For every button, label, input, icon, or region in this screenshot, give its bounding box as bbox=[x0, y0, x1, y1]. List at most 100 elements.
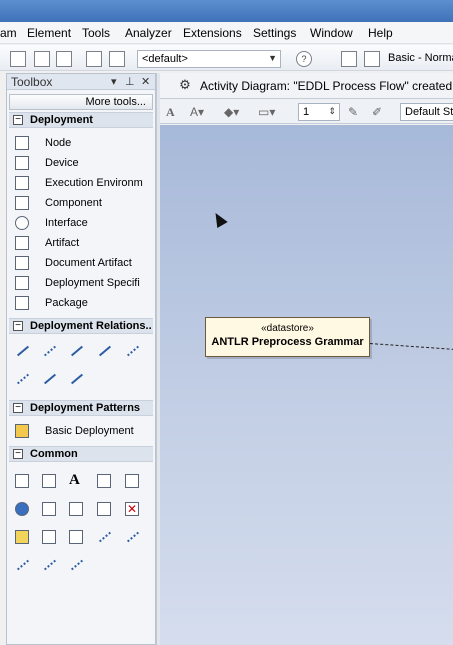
note-icon[interactable] bbox=[15, 474, 29, 488]
diagram-tab-bar: ⚙ Activity Diagram: "EDDL Process Flow" … bbox=[160, 73, 453, 99]
nesting-icon[interactable] bbox=[69, 372, 83, 386]
dropdown-icon[interactable]: ▾ bbox=[111, 75, 117, 88]
tool-label: Interface bbox=[45, 217, 88, 229]
section-common[interactable]: − Common bbox=[9, 446, 153, 462]
tool-label: Deployment Specifi bbox=[45, 277, 140, 289]
checklist-icon[interactable] bbox=[97, 502, 111, 516]
section-label: Deployment bbox=[30, 114, 93, 126]
tool-interface[interactable]: Interface bbox=[15, 215, 153, 233]
chevron-down-icon: ▼ bbox=[268, 53, 277, 63]
artifact-icon[interactable] bbox=[69, 502, 83, 516]
pin-icon[interactable]: ⊥ bbox=[125, 75, 135, 88]
trace-link-icon[interactable] bbox=[15, 558, 29, 572]
text-icon[interactable]: A bbox=[69, 472, 83, 488]
interface-icon bbox=[15, 216, 29, 230]
section-deployment[interactable]: − Deployment bbox=[9, 112, 153, 128]
tool-document-artifact[interactable]: Document Artifact bbox=[15, 255, 153, 273]
document-icon[interactable] bbox=[42, 502, 56, 516]
device-icon bbox=[15, 156, 29, 170]
line-width-stepper[interactable]: 1 ⇕ bbox=[298, 103, 340, 121]
open-icon[interactable] bbox=[10, 51, 26, 67]
deployment-icon[interactable] bbox=[69, 344, 83, 358]
element-stereotype: «datastore» bbox=[261, 323, 314, 334]
tool-basic-deployment[interactable]: Basic Deployment bbox=[15, 423, 153, 441]
legend-icon[interactable] bbox=[125, 474, 139, 488]
image-icon[interactable] bbox=[69, 530, 83, 544]
tool-artifact[interactable]: Artifact bbox=[15, 235, 153, 253]
search-icon[interactable] bbox=[109, 51, 125, 67]
line-color-icon[interactable]: ▭▾ bbox=[258, 105, 275, 119]
document-artifact-icon bbox=[15, 256, 29, 270]
collapse-icon[interactable]: − bbox=[13, 403, 23, 413]
generalization-icon[interactable] bbox=[97, 344, 111, 358]
title-bar bbox=[0, 0, 453, 22]
note-link-icon[interactable] bbox=[69, 558, 83, 572]
scope-select[interactable]: <default> ▼ bbox=[137, 50, 281, 68]
menu-item-settings[interactable]: Settings bbox=[253, 26, 296, 40]
list-icon[interactable] bbox=[97, 474, 111, 488]
activity-diagram-icon: ⚙ bbox=[179, 77, 191, 92]
tool-label: Execution Environm bbox=[45, 177, 143, 189]
tool-package[interactable]: Package bbox=[15, 295, 153, 313]
tool-execution-environment[interactable]: Execution Environm bbox=[15, 175, 153, 193]
save-icon[interactable] bbox=[341, 51, 357, 67]
idea-icon[interactable] bbox=[15, 530, 29, 544]
association-icon[interactable] bbox=[15, 344, 29, 358]
menu-item-analyzer[interactable]: Analyzer bbox=[125, 26, 172, 40]
collapse-icon[interactable]: − bbox=[13, 115, 23, 125]
delete-icon[interactable]: ✕ bbox=[125, 502, 139, 516]
datastore-element[interactable]: «datastore» ANTLR Preprocess Grammar bbox=[205, 317, 370, 357]
workspace-select[interactable]: Basic - Norma bbox=[384, 50, 453, 68]
collapse-icon[interactable]: − bbox=[13, 321, 23, 331]
section-deployment-patterns[interactable]: − Deployment Patterns bbox=[9, 400, 153, 416]
tool-device[interactable]: Device bbox=[15, 155, 153, 173]
realization-icon[interactable] bbox=[42, 372, 56, 386]
trace-icon[interactable] bbox=[97, 530, 111, 544]
menu-item-help[interactable]: Help bbox=[368, 26, 393, 40]
font-icon[interactable]: A bbox=[166, 105, 175, 120]
collapse-icon[interactable]: − bbox=[13, 449, 23, 459]
diagram-tab-title[interactable]: Activity Diagram: "EDDL Process Flow" cr… bbox=[200, 79, 453, 93]
more-tools-button[interactable]: More tools... bbox=[9, 94, 153, 110]
style-select[interactable]: Default St bbox=[400, 103, 453, 121]
help-icon[interactable]: ? bbox=[296, 51, 312, 67]
dependency-icon[interactable] bbox=[125, 344, 139, 358]
tool-label: Component bbox=[45, 197, 102, 209]
main-toolbar: <default> ▼ ? Basic - Norma bbox=[0, 45, 453, 71]
manifest-icon[interactable] bbox=[15, 372, 29, 386]
tool-deployment-specification[interactable]: Deployment Specifi bbox=[15, 275, 153, 293]
tool-component[interactable]: Component bbox=[15, 195, 153, 213]
information-flow-icon[interactable] bbox=[42, 558, 56, 572]
hyperlink-icon[interactable] bbox=[15, 502, 29, 516]
artifact-icon bbox=[15, 236, 29, 250]
diagram-canvas[interactable] bbox=[160, 125, 453, 645]
menu-item-element[interactable]: Element bbox=[27, 26, 71, 40]
tool-label: Artifact bbox=[45, 237, 80, 249]
menu-item-window[interactable]: Window bbox=[310, 26, 353, 40]
tool-node[interactable]: Node bbox=[15, 135, 153, 153]
dependency-icon[interactable] bbox=[125, 530, 139, 544]
find-icon[interactable] bbox=[86, 51, 102, 67]
section-deployment-relations[interactable]: − Deployment Relations... bbox=[9, 318, 153, 334]
fill-color-icon[interactable]: ◆▾ bbox=[224, 105, 239, 119]
tool-label: Package bbox=[45, 297, 88, 309]
section-label: Deployment Patterns bbox=[30, 402, 141, 414]
communication-path-icon[interactable] bbox=[42, 344, 56, 358]
menu-item-diagram[interactable]: am bbox=[0, 26, 17, 40]
style-pick-icon[interactable]: ✐ bbox=[372, 105, 382, 119]
format-painter-icon[interactable]: ✎ bbox=[348, 105, 358, 119]
deployment-spec-icon bbox=[15, 276, 29, 290]
close-icon[interactable]: ✕ bbox=[141, 75, 150, 88]
tool-label: Basic Deployment bbox=[45, 425, 134, 437]
menu-item-tools[interactable]: Tools bbox=[82, 26, 110, 40]
format-toolbar: A A▾ ◆▾ ▭▾ 1 ⇕ ✎ ✐ Default St bbox=[160, 100, 453, 124]
edit-icon[interactable] bbox=[364, 51, 380, 67]
section-label: Deployment Relations... bbox=[30, 320, 152, 332]
new-document-icon[interactable] bbox=[34, 51, 50, 67]
menu-item-extensions[interactable]: Extensions bbox=[183, 26, 242, 40]
font-color-icon[interactable]: A▾ bbox=[190, 105, 204, 119]
print-icon[interactable] bbox=[56, 51, 72, 67]
constraint-icon[interactable] bbox=[42, 474, 56, 488]
boundary-icon[interactable] bbox=[42, 530, 56, 544]
style-select-value: Default St bbox=[405, 106, 453, 118]
